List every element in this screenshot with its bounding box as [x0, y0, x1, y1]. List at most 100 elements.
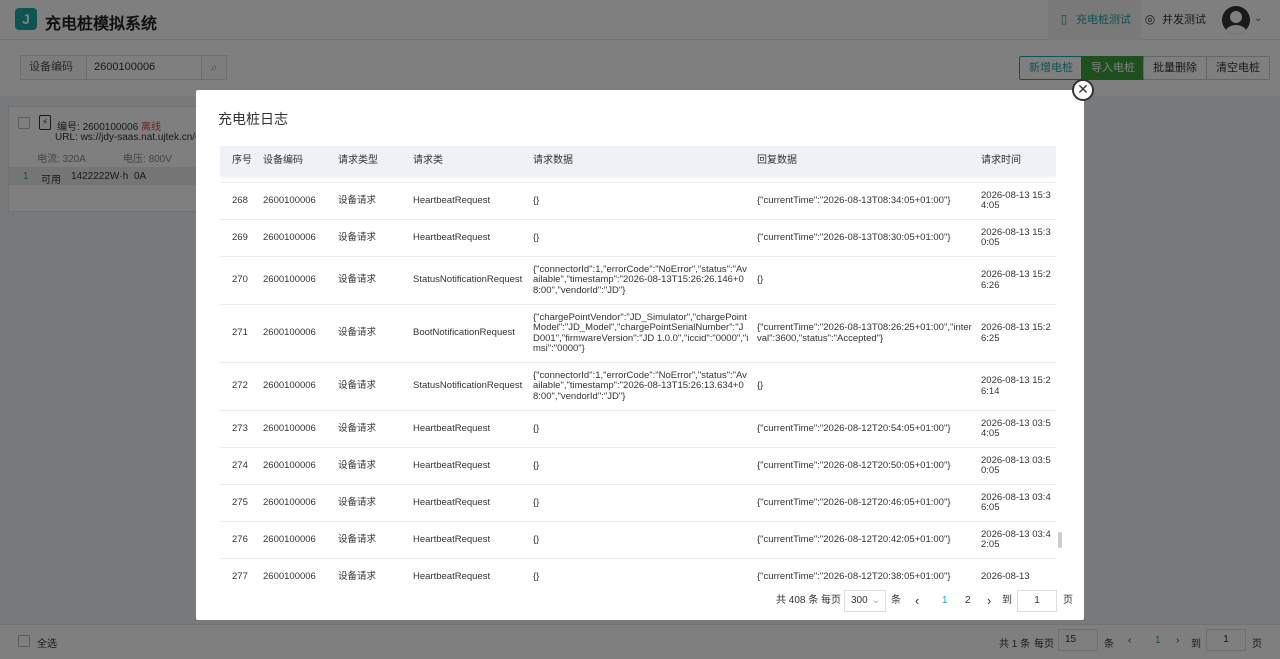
cell-response-data: {"currentTime":"2026-08-12T20:54:05+01:0…: [757, 422, 951, 434]
table-row[interactable]: 274 2600100006 设备请求 HeartbeatRequest {} {"cur…: [220, 448, 1056, 485]
table-row[interactable]: 269 2600100006 设备请求 HeartbeatRequest {} {"cur…: [220, 220, 1056, 257]
table-scrollbar[interactable]: [1058, 532, 1062, 548]
cell-no: 273: [232, 422, 248, 434]
table-row[interactable]: 271 2600100006 设备请求 BootNotificationRequest…: [220, 305, 1056, 363]
pager-goto-input[interactable]: 1: [1017, 590, 1057, 612]
cell-request-type: 设备请求: [338, 496, 377, 508]
cell-request-data: {}: [533, 533, 540, 545]
cell-request-time: 2026-08-13 15:26:25: [981, 322, 1051, 344]
table-row[interactable]: 276 2600100006 设备请求 HeartbeatRequest {} {"cur…: [220, 522, 1056, 559]
cell-request-type: 设备请求: [338, 231, 377, 243]
header-col-request-type: 请求类型: [338, 155, 378, 166]
cell-request-type: 设备请求: [338, 570, 377, 582]
log-table-header: 序号 设备编码 请求类型 请求类 请求数据 回复数据 请求时间: [220, 146, 1056, 176]
cell-request-type: 设备请求: [338, 380, 377, 392]
cell-device-code: 2600100006: [263, 380, 316, 392]
cell-request-type: 设备请求: [338, 274, 377, 286]
cell-request-time: 2026-08-13 03:50:05: [981, 454, 1051, 476]
header-col-device-code: 设备编码: [263, 155, 303, 166]
pager-page-suffix: 页: [1063, 595, 1073, 606]
cell-response-data: {"currentTime":"2026-08-13T08:26:25+01:0…: [757, 322, 972, 344]
cell-request-class: HeartbeatRequest: [413, 496, 491, 508]
log-table: 15:38:052682600100006设备请求HeartbeatReques…: [220, 146, 1056, 584]
pager-page-1[interactable]: 1: [942, 590, 948, 612]
cell-device-code: 2600100006: [263, 327, 316, 339]
cell-request-time: 2026-08-13 15:30:05: [981, 226, 1051, 248]
cell-request-class: StatusNotificationRequest: [413, 380, 523, 392]
cell-request-data: {"connectorId":1,"errorCode":"NoError","…: [533, 369, 747, 402]
pager-page-size-select[interactable]: 300 ⌄: [844, 590, 886, 612]
table-row[interactable]: 268 2600100006 设备请求 HeartbeatRequest {} {"cur…: [220, 183, 1056, 220]
cell-no: 268: [232, 194, 248, 206]
cell-request-class: HeartbeatRequest: [413, 422, 491, 434]
table-row[interactable]: 270 2600100006 设备请求 StatusNotificationReque…: [220, 257, 1056, 305]
cell-response-data: {"currentTime":"2026-08-13T08:30:05+01:0…: [757, 231, 951, 243]
cell-request-data: {}: [533, 231, 540, 243]
cell-request-data: {}: [533, 570, 540, 582]
cell-request-time: 2026-08-13: [981, 570, 1030, 582]
cell-no: 271: [232, 327, 248, 339]
cell-request-data: {}: [533, 459, 540, 471]
header-col-request-class: 请求类: [413, 155, 443, 166]
cell-request-class: BootNotificationRequest: [413, 327, 515, 339]
cell-request-time: 2026-08-13 15:34:05: [981, 189, 1051, 211]
cell-request-data: {}: [533, 496, 540, 508]
cell-request-type: 设备请求: [338, 459, 377, 471]
next-page-icon[interactable]: ›: [987, 590, 991, 612]
cell-request-type: 设备请求: [338, 422, 377, 434]
cell-response-data: {"currentTime":"2026-08-12T20:50:05+01:0…: [757, 459, 951, 471]
cell-request-type: 设备请求: [338, 194, 377, 206]
table-row[interactable]: 277 2600100006 设备请求 HeartbeatRequest {} {"cur…: [220, 559, 1056, 584]
cell-request-class: HeartbeatRequest: [413, 459, 491, 471]
modal-title: 充电桩日志: [218, 111, 288, 127]
cell-no: 272: [232, 380, 248, 392]
cell-no: 276: [232, 533, 248, 545]
header-col-response-data: 回复数据: [757, 155, 797, 166]
page-size-value: 300: [851, 595, 868, 606]
cell-response-data: {}: [757, 274, 764, 286]
cell-request-data: {"chargePointVendor":"JD_Simulator","cha…: [533, 311, 749, 354]
cell-no: 275: [232, 496, 248, 508]
cell-response-data: {"currentTime":"2026-08-12T20:38:05+01:0…: [757, 570, 951, 582]
table-row[interactable]: 272 2600100006 设备请求 StatusNotificationReque…: [220, 363, 1056, 411]
cell-device-code: 2600100006: [263, 459, 316, 471]
cell-request-class: StatusNotificationRequest: [413, 274, 523, 286]
log-modal: 充电桩日志 15:38:052682600100006设备请求Heartbeat…: [196, 90, 1084, 620]
cell-no: 277: [232, 570, 248, 582]
cell-device-code: 2600100006: [263, 570, 316, 582]
cell-request-data: {}: [533, 194, 540, 206]
cell-no: 270: [232, 274, 248, 286]
cell-no: 274: [232, 459, 248, 471]
cell-request-class: HeartbeatRequest: [413, 533, 491, 545]
prev-page-icon[interactable]: ‹: [915, 590, 919, 612]
cell-device-code: 2600100006: [263, 231, 316, 243]
cell-response-data: {"currentTime":"2026-08-13T08:34:05+01:0…: [757, 194, 951, 206]
table-row[interactable]: 275 2600100006 设备请求 HeartbeatRequest {} {"cur…: [220, 485, 1056, 522]
cell-device-code: 2600100006: [263, 194, 316, 206]
cell-response-data: {"currentTime":"2026-08-12T20:42:05+01:0…: [757, 533, 951, 545]
cell-request-data: {"connectorId":1,"errorCode":"NoError","…: [533, 263, 747, 296]
pager-goto-label: 到: [1002, 595, 1012, 606]
cell-request-type: 设备请求: [338, 327, 377, 339]
cell-request-class: HeartbeatRequest: [413, 231, 491, 243]
cell-device-code: 2600100006: [263, 533, 316, 545]
cell-request-type: 设备请求: [338, 533, 377, 545]
cell-request-class: HeartbeatRequest: [413, 570, 491, 582]
cell-response-data: {}: [757, 380, 764, 392]
header-col-request-data: 请求数据: [533, 155, 573, 166]
cell-request-time: 2026-08-13 15:26:26: [981, 269, 1051, 291]
pager-total: 共 408 条: [776, 595, 819, 606]
header-col-no: 序号: [232, 155, 252, 166]
close-icon[interactable]: ✕: [1072, 79, 1094, 101]
cell-device-code: 2600100006: [263, 422, 316, 434]
pager-per-page-label: 每页: [821, 595, 841, 606]
cell-device-code: 2600100006: [263, 496, 316, 508]
cell-device-code: 2600100006: [263, 274, 316, 286]
cell-response-data: {"currentTime":"2026-08-12T20:46:05+01:0…: [757, 496, 951, 508]
cell-request-data: {}: [533, 422, 540, 434]
table-row[interactable]: 273 2600100006 设备请求 HeartbeatRequest {} {"cur…: [220, 411, 1056, 448]
pager-page-2[interactable]: 2: [965, 590, 971, 612]
chevron-down-icon: ⌄: [871, 595, 880, 606]
cell-request-time: 2026-08-13 03:42:05: [981, 528, 1051, 550]
header-col-request-time: 请求时间: [981, 155, 1021, 166]
